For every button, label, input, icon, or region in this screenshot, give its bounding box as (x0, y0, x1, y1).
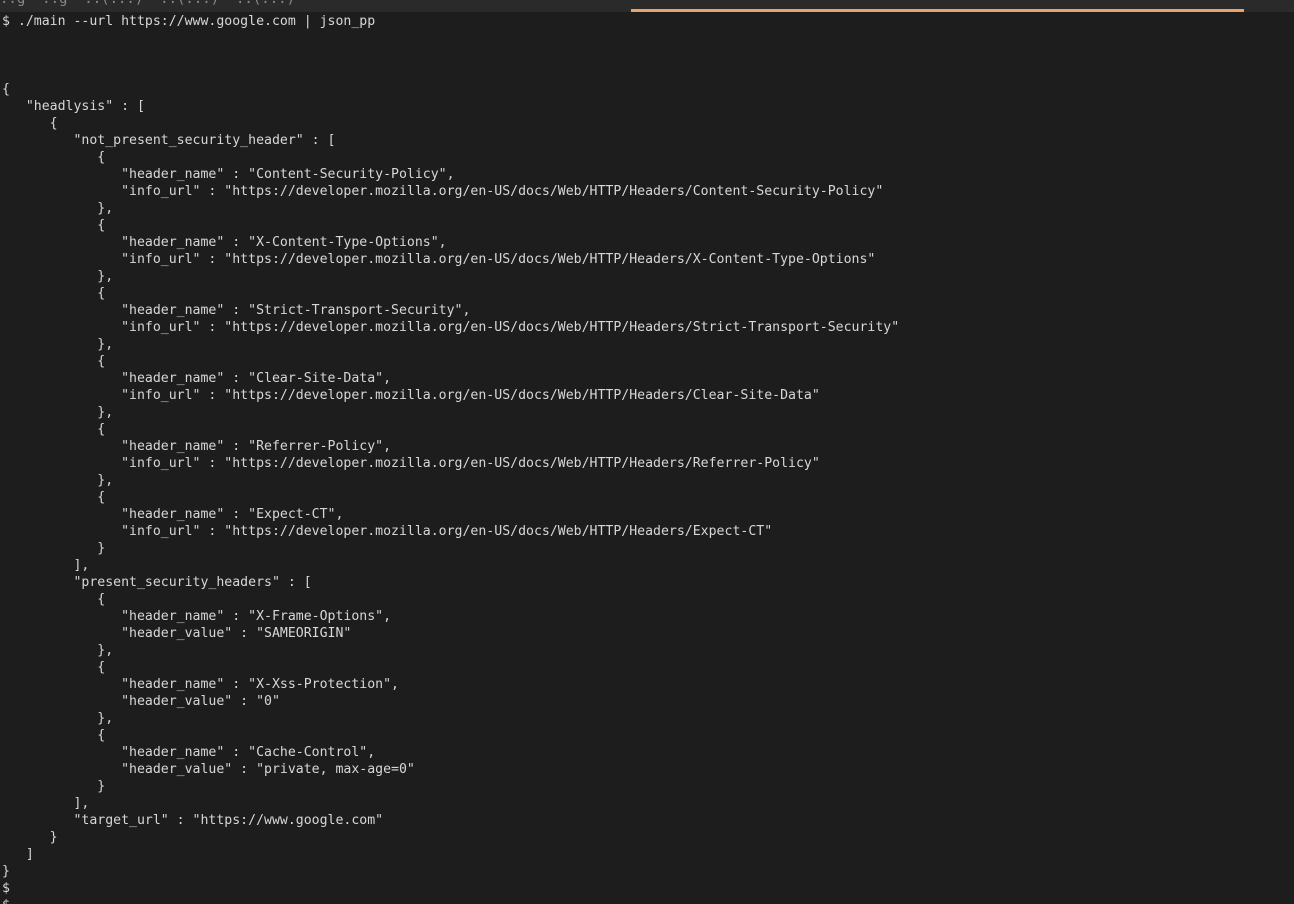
terminal-line: "headlysis" : [ (2, 99, 145, 114)
terminal-window[interactable]: ..g ..g ..(...) ..(...) ..(...) $ ./main… (0, 0, 1294, 904)
terminal-line: { (2, 490, 106, 505)
terminal-line: "info_url" : "https://developer.mozilla.… (2, 252, 876, 267)
terminal-line: { (2, 116, 58, 131)
terminal-line: "header_value" : "SAMEORIGIN" (2, 626, 352, 641)
terminal-line: ], (2, 558, 90, 573)
terminal-line: "header_name" : "Content-Security-Policy… (2, 167, 455, 182)
terminal-line: { (2, 592, 106, 607)
terminal-line: "header_name" : "Referrer-Policy", (2, 439, 392, 454)
terminal-line: { (2, 422, 106, 437)
terminal-line: "header_name" : "X-Frame-Options", (2, 609, 392, 624)
terminal-line: } (2, 779, 106, 794)
terminal-line: "target_url" : "https://www.google.com" (2, 813, 384, 828)
terminal-line: "info_url" : "https://developer.mozilla.… (2, 184, 884, 199)
terminal-line: "not_present_security_header" : [ (2, 133, 336, 148)
terminal-line: } (2, 830, 58, 845)
active-tab-indicator (631, 9, 1244, 12)
terminal-line: "header_value" : "private, max-age=0" (2, 762, 415, 777)
terminal-line: "header_name" : "Clear-Site-Data", (2, 371, 392, 386)
terminal-line: }, (2, 337, 114, 352)
terminal-line: { (2, 354, 106, 369)
terminal-line: }, (2, 269, 114, 284)
terminal-line: "info_url" : "https://developer.mozilla.… (2, 524, 773, 539)
terminal-line: }, (2, 473, 114, 488)
terminal-line: }, (2, 643, 114, 658)
terminal-line: { (2, 82, 10, 97)
tab-bar-labels[interactable]: ..g ..g ..(...) ..(...) ..(...) (0, 0, 295, 8)
terminal-line: { (2, 728, 106, 743)
terminal-line: "info_url" : "https://developer.mozilla.… (2, 456, 820, 471)
terminal-line: "header_name" : "Cache-Control", (2, 745, 376, 760)
terminal-line: "header_name" : "Strict-Transport-Securi… (2, 303, 471, 318)
terminal-line: "info_url" : "https://developer.mozilla.… (2, 388, 820, 403)
terminal-output[interactable]: $ ./main --url https://www.google.com | … (2, 13, 1292, 904)
terminal-line: $ (2, 881, 10, 896)
terminal-line: "header_value" : "0" (2, 694, 280, 709)
terminal-line: "header_name" : "X-Xss-Protection", (2, 677, 399, 692)
terminal-line: { (2, 660, 106, 675)
terminal-line: $ ./main --url https://www.google.com | … (2, 14, 376, 29)
terminal-line: }, (2, 405, 114, 420)
terminal-line: ] (2, 847, 34, 862)
tab-bar[interactable]: ..g ..g ..(...) ..(...) ..(...) (0, 0, 1294, 12)
terminal-line: }, (2, 711, 114, 726)
terminal-line: "header_name" : "Expect-CT", (2, 507, 344, 522)
terminal-line: $ (2, 897, 1292, 904)
terminal-line: { (2, 286, 106, 301)
terminal-line: "header_name" : "X-Content-Type-Options"… (2, 235, 447, 250)
terminal-line: ], (2, 796, 90, 811)
terminal-line: }, (2, 201, 114, 216)
terminal-line: } (2, 541, 106, 556)
terminal-line: "present_security_headers" : [ (2, 575, 312, 590)
terminal-line: "info_url" : "https://developer.mozilla.… (2, 320, 900, 335)
terminal-line: { (2, 150, 106, 165)
terminal-line: { (2, 218, 106, 233)
terminal-line: } (2, 864, 10, 879)
